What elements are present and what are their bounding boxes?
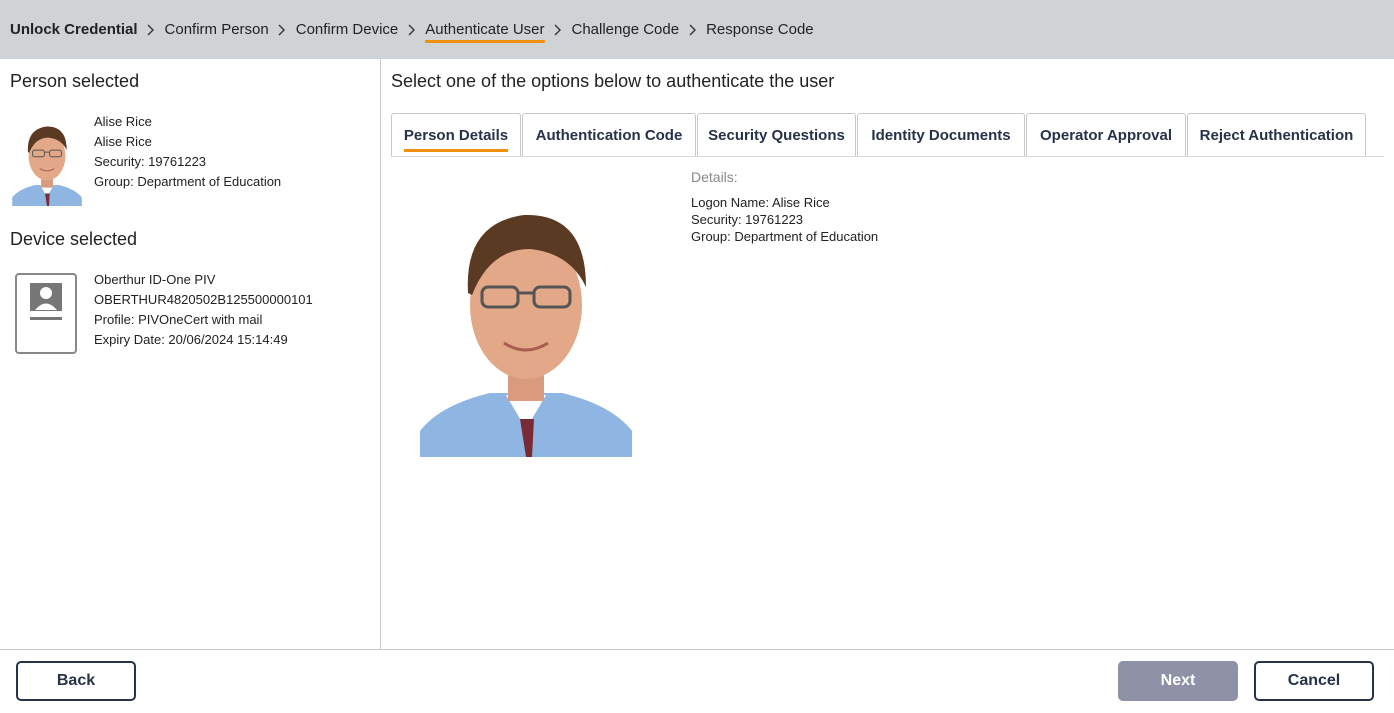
next-button[interactable]: Next	[1118, 661, 1238, 701]
person-name: Alise Rice	[94, 114, 152, 129]
pane-divider	[380, 59, 381, 649]
details-security: Security: 19761223	[691, 212, 804, 227]
person-group: Group: Department of Education	[94, 174, 282, 189]
tab-label: Person Details	[403, 127, 509, 152]
device-expiry: Expiry Date: 20/06/2024 15:14:49	[94, 332, 288, 347]
chevron-right-icon	[545, 20, 572, 40]
tab-security-questions[interactable]: Security Questions	[697, 113, 856, 157]
person-photo-large	[420, 183, 632, 457]
tab-label: Authentication Code	[535, 127, 683, 144]
device-selected-title: Device selected	[10, 229, 138, 249]
tab-label: Operator Approval	[1040, 127, 1172, 144]
chevron-right-icon	[398, 20, 425, 40]
tab-label: Security Questions	[708, 127, 845, 144]
tab-operator-approval[interactable]: Operator Approval	[1026, 113, 1186, 157]
cancel-button[interactable]: Cancel	[1254, 661, 1374, 701]
breadcrumb-step-confirm-device: Confirm Device	[295, 21, 399, 38]
authentication-instructions: Select one of the options below to authe…	[391, 71, 835, 91]
breadcrumb-step-challenge-code: Challenge Code	[571, 21, 680, 38]
back-button[interactable]: Back	[16, 661, 136, 701]
tabs-baseline	[391, 156, 1384, 157]
left-summary-pane: Person selected Alise Rice Alise Rice Se…	[0, 59, 380, 649]
breadcrumb-step-unlock-credential: Unlock Credential	[10, 21, 138, 38]
tab-person-details[interactable]: Person Details	[391, 113, 521, 157]
person-display-name: Alise Rice	[94, 134, 152, 149]
smart-card-icon	[15, 273, 77, 354]
person-photo-small	[11, 116, 83, 206]
tab-label: Identity Documents	[871, 127, 1011, 144]
chevron-right-icon	[679, 20, 706, 40]
person-security: Security: 19761223	[94, 154, 207, 169]
tab-label: Reject Authentication	[1199, 127, 1354, 144]
breadcrumb-step-confirm-person: Confirm Person	[164, 21, 269, 38]
device-info: Oberthur ID-One PIV OBERTHUR4820502B1255…	[94, 270, 313, 350]
breadcrumb: Unlock Credential Confirm Person Confirm…	[0, 0, 1394, 59]
authentication-method-tabs: Person Details Authentication Code Secur…	[391, 113, 1367, 157]
footer-divider	[0, 649, 1394, 650]
device-model: Oberthur ID-One PIV	[94, 272, 216, 287]
details-logon-name: Logon Name: Alise Rice	[691, 195, 830, 210]
tab-identity-documents[interactable]: Identity Documents	[857, 113, 1025, 157]
person-details: Logon Name: Alise Rice Security: 1976122…	[691, 194, 878, 245]
device-serial: OBERTHUR4820502B125500000101	[94, 292, 313, 307]
details-group: Group: Department of Education	[691, 229, 879, 244]
chevron-right-icon	[138, 20, 165, 40]
device-profile: Profile: PIVOneCert with mail	[94, 312, 263, 327]
person-info: Alise Rice Alise Rice Security: 19761223…	[94, 112, 281, 192]
breadcrumb-step-authenticate-user: Authenticate User	[425, 21, 545, 43]
tab-authentication-code[interactable]: Authentication Code	[522, 113, 696, 157]
details-heading: Details:	[691, 169, 738, 185]
tab-reject-authentication[interactable]: Reject Authentication	[1187, 113, 1366, 157]
breadcrumb-step-response-code: Response Code	[706, 21, 814, 38]
person-selected-title: Person selected	[10, 71, 140, 91]
chevron-right-icon	[269, 20, 296, 40]
